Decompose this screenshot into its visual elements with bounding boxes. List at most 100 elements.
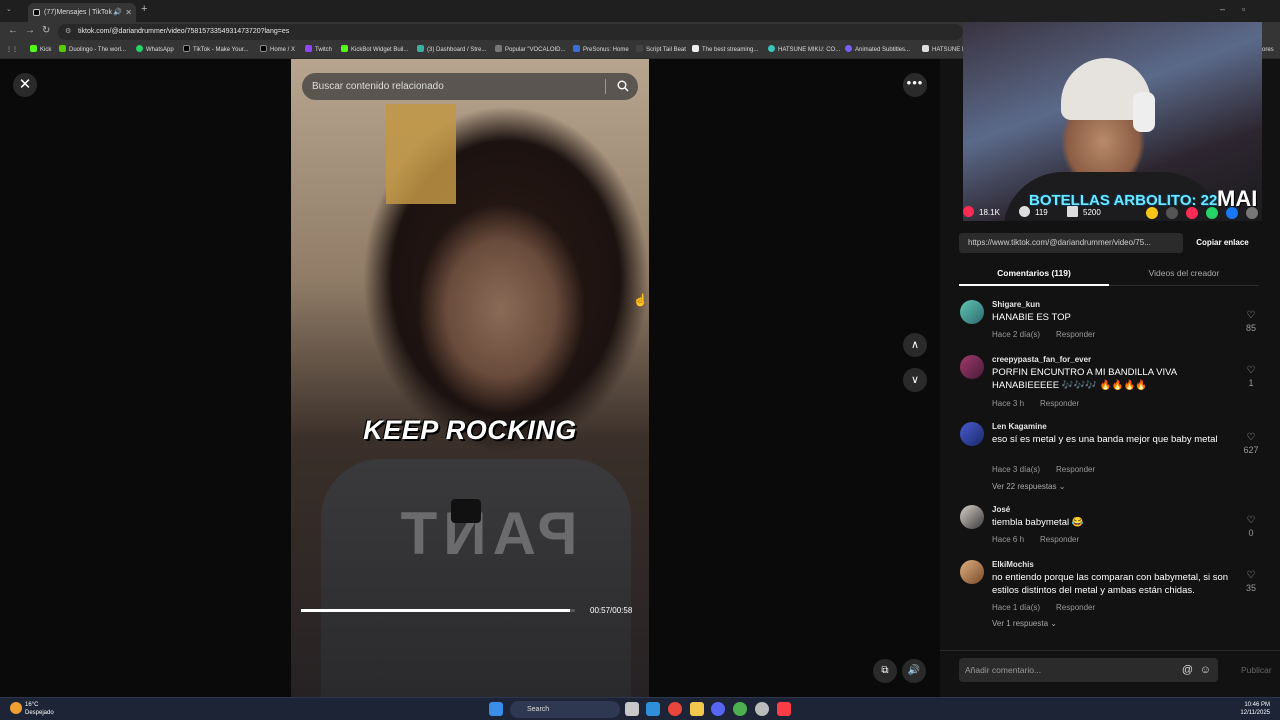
new-tab-icon[interactable]: +: [141, 3, 147, 15]
address-bar[interactable]: ⚙ tiktok.com/@dariandrummer/video/758157…: [58, 24, 963, 40]
bookmark-item[interactable]: Twitch: [305, 42, 332, 59]
publish-button[interactable]: Publicar: [1241, 658, 1272, 682]
settings-icon[interactable]: [755, 702, 769, 716]
bookmark-item[interactable]: PreSonus: Home: [573, 42, 629, 59]
bookmark-item[interactable]: The best streaming...: [692, 42, 758, 59]
bookmark-item[interactable]: Popular "VOCALOID...: [495, 42, 566, 59]
comment-username[interactable]: Shigare_kun: [992, 300, 1040, 309]
bookmark-item[interactable]: Script Tail Beat: [636, 42, 686, 59]
comment-username[interactable]: Len Kagamine: [992, 422, 1047, 431]
bookmark-item[interactable]: HATSUNE M: [922, 42, 967, 59]
heart-outline-icon: ♡: [1246, 365, 1256, 376]
send-icon[interactable]: [1186, 207, 1198, 219]
comment-meta: Hace 1 día(s) Responder: [992, 603, 1095, 612]
video-caption: KEEP ROCKING: [363, 415, 577, 445]
bookmark-item[interactable]: (3) Dashboard / Stre...: [417, 42, 486, 59]
reply-button[interactable]: Responder: [1056, 603, 1095, 612]
back-icon[interactable]: ←: [8, 25, 18, 36]
related-search-input[interactable]: Buscar contenido relacionado: [302, 73, 638, 100]
video-link-field[interactable]: https://www.tiktok.com/@dariandrummer/vi…: [959, 233, 1183, 253]
system-clock[interactable]: 10:46 PM 12/11/2025: [1240, 701, 1270, 717]
avatar[interactable]: [960, 300, 984, 324]
reply-button[interactable]: Responder: [1040, 535, 1079, 544]
app-icon[interactable]: [668, 702, 682, 716]
reload-icon[interactable]: ↻: [42, 25, 50, 36]
previous-video-button[interactable]: ∧: [903, 333, 927, 357]
comment-text: PORFIN ENCUNTRO A MI BANDILLA VIVA HANAB…: [992, 367, 1177, 391]
comment-placeholder: Añadir comentario...: [965, 665, 1042, 675]
next-video-button[interactable]: ∨: [903, 368, 927, 392]
start-icon[interactable]: [489, 702, 503, 716]
comment-text: no entiendo porque las comparan con baby…: [992, 572, 1229, 596]
comment-action[interactable]: 119: [1019, 205, 1048, 221]
file-explorer-icon[interactable]: [690, 702, 704, 716]
search-divider: [605, 79, 606, 94]
forward-icon[interactable]: →: [25, 25, 35, 36]
bookmark-item[interactable]: WhatsApp: [136, 42, 174, 59]
bookmark-item[interactable]: HATSUNE MIKU: CO...: [768, 42, 840, 59]
avatar[interactable]: [960, 505, 984, 529]
progress-bar[interactable]: [301, 609, 575, 612]
comment-like[interactable]: ♡ 0: [1241, 515, 1261, 538]
embed-icon[interactable]: [1166, 207, 1178, 219]
bookmark-item[interactable]: Kick: [30, 42, 51, 59]
comment-like[interactable]: ♡ 35: [1241, 570, 1261, 593]
facebook-share-icon[interactable]: [1226, 207, 1238, 219]
reply-button[interactable]: Responder: [1040, 399, 1079, 408]
site-info-icon[interactable]: ⚙: [65, 24, 71, 40]
bookmark-item[interactable]: TikTok - Make Your...: [183, 42, 248, 59]
comment-username[interactable]: ElkiMochis: [992, 560, 1034, 569]
like-action[interactable]: 18.1K: [963, 205, 1000, 221]
reply-button[interactable]: Responder: [1056, 330, 1095, 339]
avatar[interactable]: [960, 422, 984, 446]
avatar[interactable]: [960, 355, 984, 379]
comment-like[interactable]: ♡ 1: [1241, 365, 1261, 388]
comment-like[interactable]: ♡ 627: [1241, 432, 1261, 455]
taskbar-search[interactable]: Search: [510, 701, 620, 718]
close-button[interactable]: ✕: [13, 73, 37, 97]
bookmark-item[interactable]: Animated Subtitles...: [845, 42, 910, 59]
time-readout: 00:57/00:58: [590, 606, 633, 615]
share-arrow-icon[interactable]: [1246, 207, 1258, 219]
maximize-icon[interactable]: ▫: [1242, 4, 1245, 14]
bookmark-item[interactable]: KickBot Widget Buil...: [341, 42, 408, 59]
more-options-button[interactable]: •••: [903, 73, 927, 97]
pip-button[interactable]: ⧉: [873, 659, 897, 683]
whatsapp-share-icon[interactable]: [1206, 207, 1218, 219]
music-icon[interactable]: [777, 702, 791, 716]
tab-tiktok[interactable]: (77)Mensajes | TikTok 🔊 ✕: [28, 3, 136, 22]
reply-button[interactable]: Responder: [1056, 465, 1095, 474]
tab-search-icon[interactable]: ⌄: [6, 5, 12, 13]
tab-creator-videos[interactable]: Videos del creador: [1109, 263, 1259, 286]
bookmark-item[interactable]: Duolingo - The worl...: [59, 42, 126, 59]
emoji-share-icon[interactable]: [1146, 207, 1158, 219]
tiktok-favicon-icon: [33, 9, 40, 16]
view-replies-button[interactable]: Ver 1 respuesta ⌄: [992, 619, 1057, 628]
audio-playing-icon[interactable]: 🔊: [113, 3, 122, 22]
apps-icon[interactable]: ⋮⋮: [6, 42, 18, 59]
tab-comments[interactable]: Comentarios (119): [959, 263, 1109, 286]
copy-link-button[interactable]: Copiar enlace: [1185, 233, 1260, 253]
comment-meta: Hace 2 día(s) Responder: [992, 330, 1095, 339]
emoji-icon[interactable]: ☺: [1200, 658, 1211, 682]
bookmarks-overflow[interactable]: ores: [1262, 42, 1274, 59]
video-frame[interactable]: PANT Buscar contenido relacionado KEEP R…: [291, 59, 649, 697]
tab-close-icon[interactable]: ✕: [125, 3, 132, 22]
comment-like[interactable]: ♡ 85: [1241, 310, 1261, 333]
edge-icon[interactable]: [646, 702, 660, 716]
avatar[interactable]: [960, 560, 984, 584]
comment-username[interactable]: José: [992, 505, 1010, 514]
discord-icon[interactable]: [711, 702, 725, 716]
task-view-icon[interactable]: [625, 702, 639, 716]
comment-username[interactable]: creepypasta_fan_for_ever: [992, 355, 1091, 364]
save-action[interactable]: 5200: [1067, 205, 1101, 221]
mention-icon[interactable]: @: [1182, 658, 1193, 682]
chrome-icon[interactable]: [733, 702, 747, 716]
bookmark-item[interactable]: Home / X: [260, 42, 295, 59]
minimize-icon[interactable]: –: [1220, 4, 1225, 14]
comment-input[interactable]: Añadir comentario... @ ☺: [959, 658, 1218, 682]
volume-button[interactable]: 🔊: [902, 659, 926, 683]
search-icon[interactable]: [617, 80, 629, 92]
view-replies-button[interactable]: Ver 22 respuestas ⌄: [992, 482, 1065, 491]
copy-link-row: https://www.tiktok.com/@dariandrummer/vi…: [959, 233, 1260, 253]
